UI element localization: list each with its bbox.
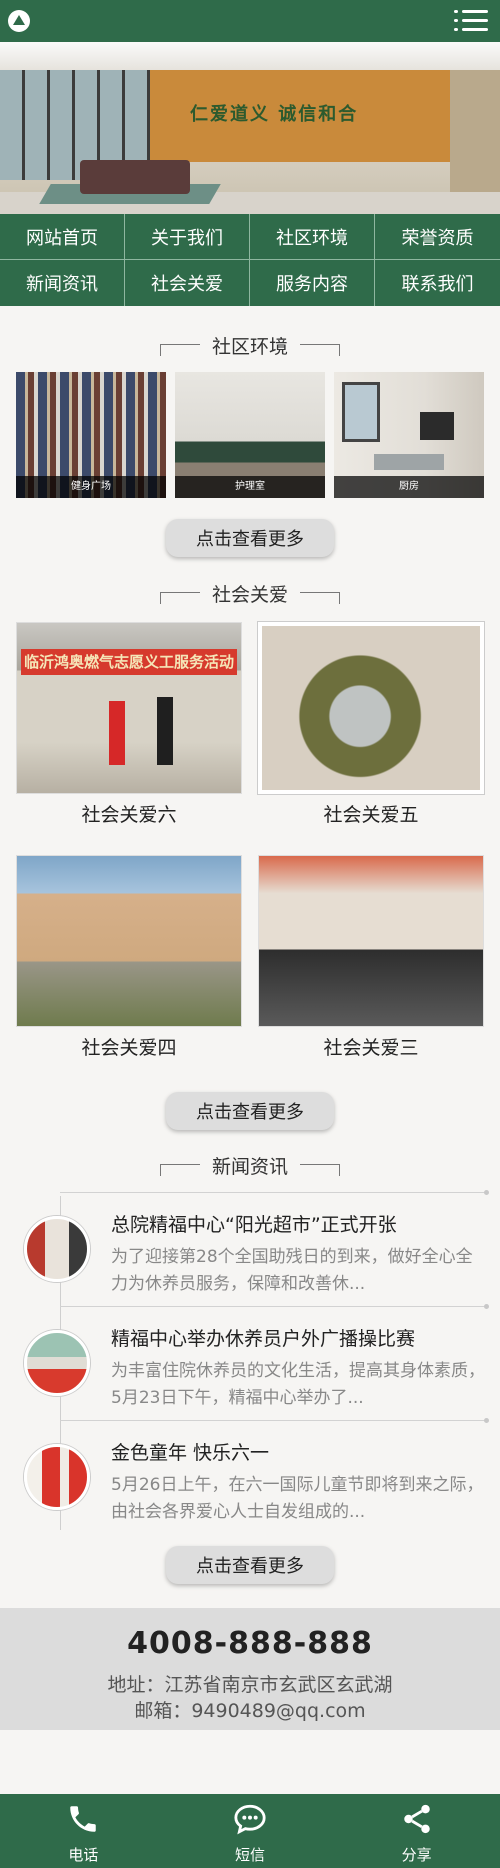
- section-heading: 社区环境: [211, 336, 288, 358]
- environment-item-kitchen[interactable]: 厨房: [334, 372, 484, 498]
- banner-ceiling: [0, 42, 500, 70]
- share-icon: [403, 1804, 430, 1834]
- hero-banner[interactable]: 仁爱道义 诚信和合: [0, 42, 500, 214]
- bottom-tab-share[interactable]: 分享: [333, 1794, 500, 1868]
- nav-item-care[interactable]: 社会关爱: [125, 260, 250, 306]
- news-description: 为丰富住院休养员的文化生活，提高其身体素质，5月23日下午，精福中心举办了...: [111, 1361, 485, 1408]
- news-thumbnail: [24, 1444, 90, 1510]
- news-description: 为了迎接第28个全国助残日的到来，做好全心全力为休养员服务，保障和改善休...: [111, 1247, 473, 1294]
- nav-item-services[interactable]: 服务内容: [250, 260, 375, 306]
- bottom-tab-label: 电话: [68, 1846, 99, 1864]
- mountain-logo-icon[interactable]: [8, 10, 30, 32]
- news-item[interactable]: 精福中心举办休养员户外广播操比赛 为丰富住院休养员的文化生活，提高其身体素质，5…: [0, 1304, 500, 1416]
- nav-item-home[interactable]: 网站首页: [0, 214, 125, 260]
- hamburger-menu-icon[interactable]: [454, 6, 488, 36]
- bottom-bar: 电话 短信 分享: [0, 1794, 500, 1868]
- contact-email[interactable]: 邮箱：9490489@qq.com: [0, 1696, 500, 1723]
- bottom-tab-phone[interactable]: 电话: [0, 1794, 167, 1868]
- environment-caption: 护理室: [175, 476, 325, 498]
- section-title-care: 社会关爱: [0, 580, 500, 606]
- news-title[interactable]: 精福中心举办休养员户外广播操比赛: [111, 1324, 491, 1351]
- care-caption: 社会关爱六: [81, 804, 177, 826]
- news-separator: [60, 1304, 489, 1309]
- news-separator: [60, 1418, 489, 1423]
- care-photo: [16, 855, 242, 1027]
- environment-more-button[interactable]: 点击查看更多: [166, 519, 334, 557]
- contact-phone[interactable]: 4008-888-888: [0, 1626, 500, 1661]
- environment-caption: 健身广场: [16, 476, 166, 498]
- top-bar: [0, 0, 500, 42]
- news-item[interactable]: 金色童年 快乐六一 5月26日上午，在六一国际儿童节即将到来之际，由社会各界爱心…: [0, 1418, 500, 1530]
- care-item-six[interactable]: 临沂鸿奥燃气志愿义工服务活动 社会关爱六: [16, 622, 242, 826]
- care-item-three[interactable]: 社会关爱三: [258, 855, 484, 1059]
- nav-item-news[interactable]: 新闻资讯: [0, 260, 125, 306]
- kitchen-window: [342, 382, 380, 442]
- section-title-environment: 社区环境: [0, 332, 500, 358]
- phone-icon: [70, 1806, 97, 1832]
- section-heading: 新闻资讯: [211, 1156, 288, 1178]
- kitchen-tv: [420, 412, 454, 440]
- care-caption: 社会关爱四: [81, 1037, 177, 1059]
- care-item-five[interactable]: 社会关爱五: [258, 622, 484, 826]
- care-photo-banner: 临沂鸿奥燃气志愿义工服务活动: [21, 649, 237, 675]
- kitchen-sink: [374, 454, 444, 470]
- care-photo-person: [109, 701, 125, 765]
- section-title-news: 新闻资讯: [0, 1152, 500, 1178]
- main-nav: 网站首页 关于我们 社区环境 荣誉资质 新闻资讯 社会关爱 服务内容 联系我们: [0, 214, 500, 306]
- news-description: 5月26日上午，在六一国际儿童节即将到来之际，由社会各界爱心人士自发组成的...: [111, 1475, 484, 1522]
- care-caption: 社会关爱三: [323, 1037, 419, 1059]
- news-thumbnail: [24, 1330, 90, 1396]
- news-more-button[interactable]: 点击查看更多: [166, 1546, 334, 1584]
- contact-address: 地址：江苏省南京市玄武区玄武湖: [107, 1674, 393, 1696]
- news-separator: [60, 1190, 489, 1195]
- nav-item-about[interactable]: 关于我们: [125, 214, 250, 260]
- banner-right-wall: [450, 70, 500, 192]
- care-more-button[interactable]: 点击查看更多: [166, 1092, 334, 1130]
- news-title[interactable]: 金色童年 快乐六一: [111, 1438, 491, 1465]
- care-caption: 社会关爱五: [323, 804, 419, 826]
- environment-item-nursing[interactable]: 护理室: [175, 372, 325, 498]
- environment-caption: 厨房: [334, 476, 484, 498]
- news-title[interactable]: 总院精福中心“阳光超市”正式开张: [111, 1210, 491, 1237]
- care-photo-person: [157, 697, 173, 765]
- news-thumbnail: [24, 1216, 90, 1282]
- bottom-tab-label: 短信: [234, 1846, 265, 1864]
- nav-item-honors[interactable]: 荣誉资质: [375, 214, 500, 260]
- chat-icon: [234, 1804, 266, 1835]
- care-photo: 临沂鸿奥燃气志愿义工服务活动: [16, 622, 242, 794]
- care-photo: [258, 855, 484, 1027]
- bottom-tab-label: 分享: [401, 1846, 432, 1864]
- care-photo: [258, 622, 484, 794]
- section-heading: 社会关爱: [211, 584, 288, 606]
- contact-info: 4008-888-888 地址：江苏省南京市玄武区玄武湖 邮箱：9490489@…: [0, 1608, 500, 1730]
- banner-sofa: [80, 160, 190, 194]
- news-item[interactable]: 总院精福中心“阳光超市”正式开张 为了迎接第28个全国助残日的到来，做好全心全力…: [0, 1190, 500, 1302]
- environment-item-fitness[interactable]: 健身广场: [16, 372, 166, 498]
- banner-wall-text: 仁爱道义 诚信和合: [190, 104, 359, 125]
- nav-item-contact[interactable]: 联系我们: [375, 260, 500, 306]
- bottom-tab-sms[interactable]: 短信: [167, 1794, 334, 1868]
- care-item-four[interactable]: 社会关爱四: [16, 855, 242, 1059]
- nav-item-environment[interactable]: 社区环境: [250, 214, 375, 260]
